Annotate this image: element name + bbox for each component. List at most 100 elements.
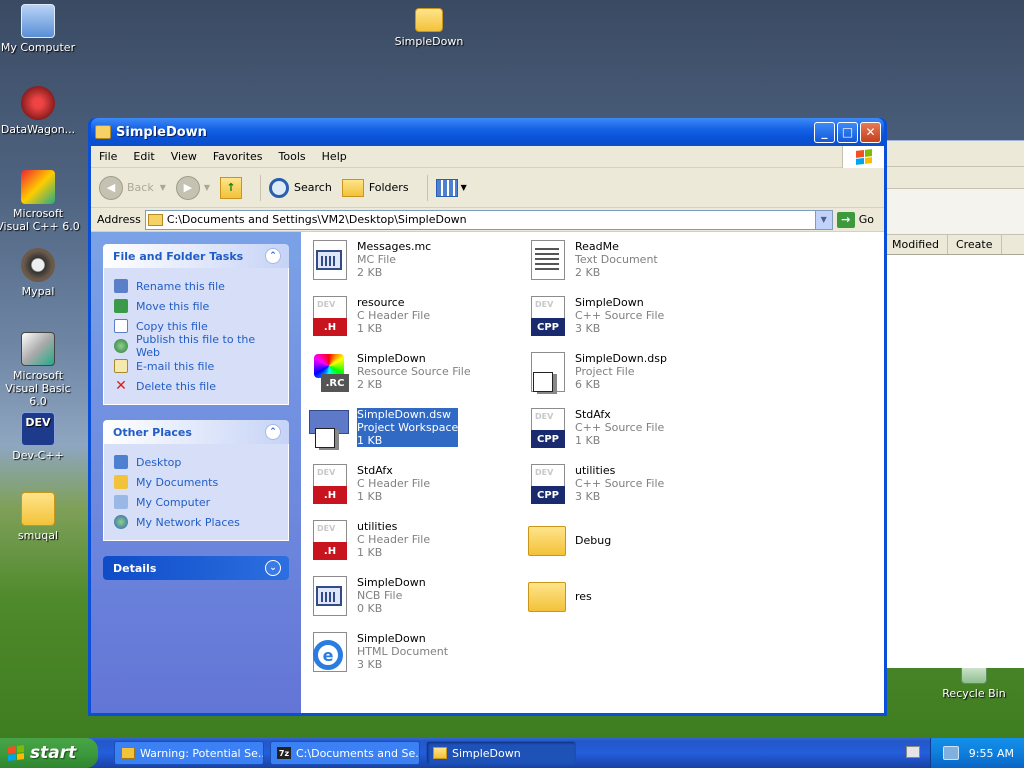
back-arrow-icon: ◀ <box>99 175 123 200</box>
file-item-selected[interactable]: SimpleDown.dsw Project Workspace 1 KB <box>307 406 527 456</box>
task-delete[interactable]: ✕ Delete this file <box>114 376 282 396</box>
place-my-documents[interactable]: My Documents <box>114 472 282 492</box>
taskbar-item-7zip[interactable]: 7z C:\Documents and Se... <box>270 741 420 765</box>
c-header-icon: DEV .H <box>307 518 351 562</box>
email-icon <box>114 359 128 373</box>
task-label: Publish this file to the Web <box>136 333 256 359</box>
file-type: Resource Source File <box>357 365 471 378</box>
file-folder-tasks-list: Rename this file Move this file Copy thi… <box>103 268 289 405</box>
menu-tools[interactable]: Tools <box>271 150 314 163</box>
title-bar[interactable]: SimpleDown _ □ ✕ <box>91 118 884 146</box>
file-item[interactable]: DEV CPP utilities C++ Source File 3 KB <box>525 462 745 512</box>
up-button[interactable]: ↑ <box>220 176 243 199</box>
file-folder-tasks-panel: File and Folder Tasks ⌃ Rename this file… <box>103 244 289 405</box>
file-item[interactable]: DEV CPP SimpleDown C++ Source File 3 KB <box>525 294 745 344</box>
file-size: 1 KB <box>357 546 383 559</box>
task-email[interactable]: E-mail this file <box>114 356 282 376</box>
column-header-created[interactable]: Create <box>948 235 1002 254</box>
file-name: ReadMe <box>575 240 619 253</box>
menu-help[interactable]: Help <box>314 150 355 163</box>
back-button[interactable]: ◀ Back ▼ <box>99 175 166 200</box>
menu-edit[interactable]: Edit <box>125 150 162 163</box>
file-type: C++ Source File <box>575 309 665 322</box>
network-tray-icon[interactable] <box>942 746 959 760</box>
desktop-icon-mypal[interactable]: Mypal <box>0 248 80 298</box>
task-move[interactable]: Move this file <box>114 296 282 316</box>
background-window-menubar <box>884 141 1024 167</box>
menu-view[interactable]: View <box>163 150 205 163</box>
expand-chevron-icon[interactable]: ⌄ <box>265 560 281 576</box>
views-button[interactable]: ▼ <box>435 178 467 197</box>
desktop-icon-dev-cpp[interactable]: DEV Dev-C++ <box>0 412 80 462</box>
file-item[interactable]: DEV CPP StdAfx C++ Source File 1 KB <box>525 406 745 456</box>
details-panel: Details ⌄ <box>103 556 289 580</box>
place-desktop[interactable]: Desktop <box>114 452 282 472</box>
file-folder-tasks-header[interactable]: File and Folder Tasks ⌃ <box>103 244 289 268</box>
folder-icon <box>147 213 163 226</box>
collapse-chevron-icon[interactable]: ⌃ <box>265 248 281 264</box>
collapse-chevron-icon[interactable]: ⌃ <box>265 424 281 440</box>
address-input[interactable]: C:\Documents and Settings\VM2\Desktop\Si… <box>144 209 833 230</box>
file-item[interactable]: DEV .H resource C Header File 1 KB <box>307 294 527 344</box>
task-rename[interactable]: Rename this file <box>114 276 282 296</box>
file-size: 1 KB <box>575 434 601 447</box>
minimize-button[interactable]: _ <box>814 121 835 143</box>
other-places-panel: Other Places ⌃ Desktop My Documents My C… <box>103 420 289 541</box>
file-item[interactable]: DEV .H utilities C Header File 1 KB <box>307 518 527 568</box>
place-my-network[interactable]: My Network Places <box>114 512 282 532</box>
file-item[interactable]: SimpleDown NCB File 0 KB <box>307 574 527 624</box>
documents-folder-icon <box>114 475 128 489</box>
file-type: Project File <box>575 365 635 378</box>
forward-button[interactable]: ▶ ▼ <box>175 175 210 200</box>
folder-item[interactable]: Debug <box>525 518 745 568</box>
go-label: Go <box>858 213 874 226</box>
back-dropdown-icon[interactable]: ▼ <box>160 183 166 192</box>
go-button[interactable]: → Go <box>836 211 874 228</box>
file-item[interactable]: DEV .H StdAfx C Header File 1 KB <box>307 462 527 512</box>
other-places-header[interactable]: Other Places ⌃ <box>103 420 289 444</box>
place-my-computer[interactable]: My Computer <box>114 492 282 512</box>
file-type: MC File <box>357 253 397 266</box>
c-header-icon: DEV .H <box>307 462 351 506</box>
file-name: resource <box>357 296 405 309</box>
taskbar-item-label: Warning: Potential Se... <box>140 746 264 760</box>
start-button[interactable]: start <box>0 738 98 768</box>
file-item[interactable]: e SimpleDown HTML Document 3 KB <box>307 630 527 680</box>
desktop-icon-datawagon[interactable]: DataWagon... <box>0 86 80 136</box>
visual-basic-icon <box>21 332 55 366</box>
file-name: SimpleDown <box>357 352 426 365</box>
column-header-modified[interactable]: Modified <box>884 235 948 254</box>
up-folder-icon: ↑ <box>220 176 243 199</box>
details-header[interactable]: Details ⌄ <box>103 556 289 580</box>
views-icon <box>435 178 458 197</box>
desktop-icon-simpledown[interactable]: SimpleDown <box>387 4 471 48</box>
taskbar-item-warning[interactable]: Warning: Potential Se... <box>114 741 264 765</box>
file-item[interactable]: SimpleDown.dsp Project File 6 KB <box>525 350 745 400</box>
file-item[interactable]: ReadMe Text Document 2 KB <box>525 238 745 288</box>
file-list: Messages.mc MC File 2 KB DEV .H resource C H… <box>301 232 884 713</box>
search-button[interactable]: Search <box>269 177 332 198</box>
task-publish[interactable]: Publish this file to the Web <box>114 333 282 359</box>
menu-favorites[interactable]: Favorites <box>205 150 271 163</box>
desktop-icon-visual-basic[interactable]: Microsoft Visual Basic 6.0 <box>0 332 80 408</box>
desktop-icon-my-computer[interactable]: My Computer <box>0 4 80 54</box>
close-button[interactable]: ✕ <box>860 121 881 143</box>
background-window[interactable]: Modified Create <box>884 140 1024 668</box>
desktop-icon-smuqal[interactable]: smuqal <box>0 492 80 542</box>
maximize-button[interactable]: □ <box>837 121 858 143</box>
visual-cpp-icon <box>21 170 55 204</box>
file-item[interactable]: Messages.mc MC File 2 KB <box>307 238 527 288</box>
task-label: Delete this file <box>136 379 216 393</box>
place-label: Desktop <box>136 455 182 469</box>
file-type: C Header File <box>357 533 431 546</box>
file-item[interactable]: .RC SimpleDown Resource Source File 2 KB <box>307 350 527 400</box>
folder-item[interactable]: res <box>525 574 745 624</box>
keyboard-layout-icon[interactable] <box>906 746 920 758</box>
clock[interactable]: 9:55 AM <box>969 747 1014 760</box>
forward-dropdown-icon[interactable]: ▼ <box>204 183 210 192</box>
taskbar-item-simpledown[interactable]: SimpleDown <box>426 741 576 765</box>
menu-file[interactable]: File <box>91 150 125 163</box>
desktop-icon-visual-cpp[interactable]: Microsoft Visual C++ 6.0 <box>0 170 80 233</box>
folders-button[interactable]: Folders <box>341 178 409 197</box>
address-dropdown-button[interactable]: ▼ <box>814 210 832 229</box>
